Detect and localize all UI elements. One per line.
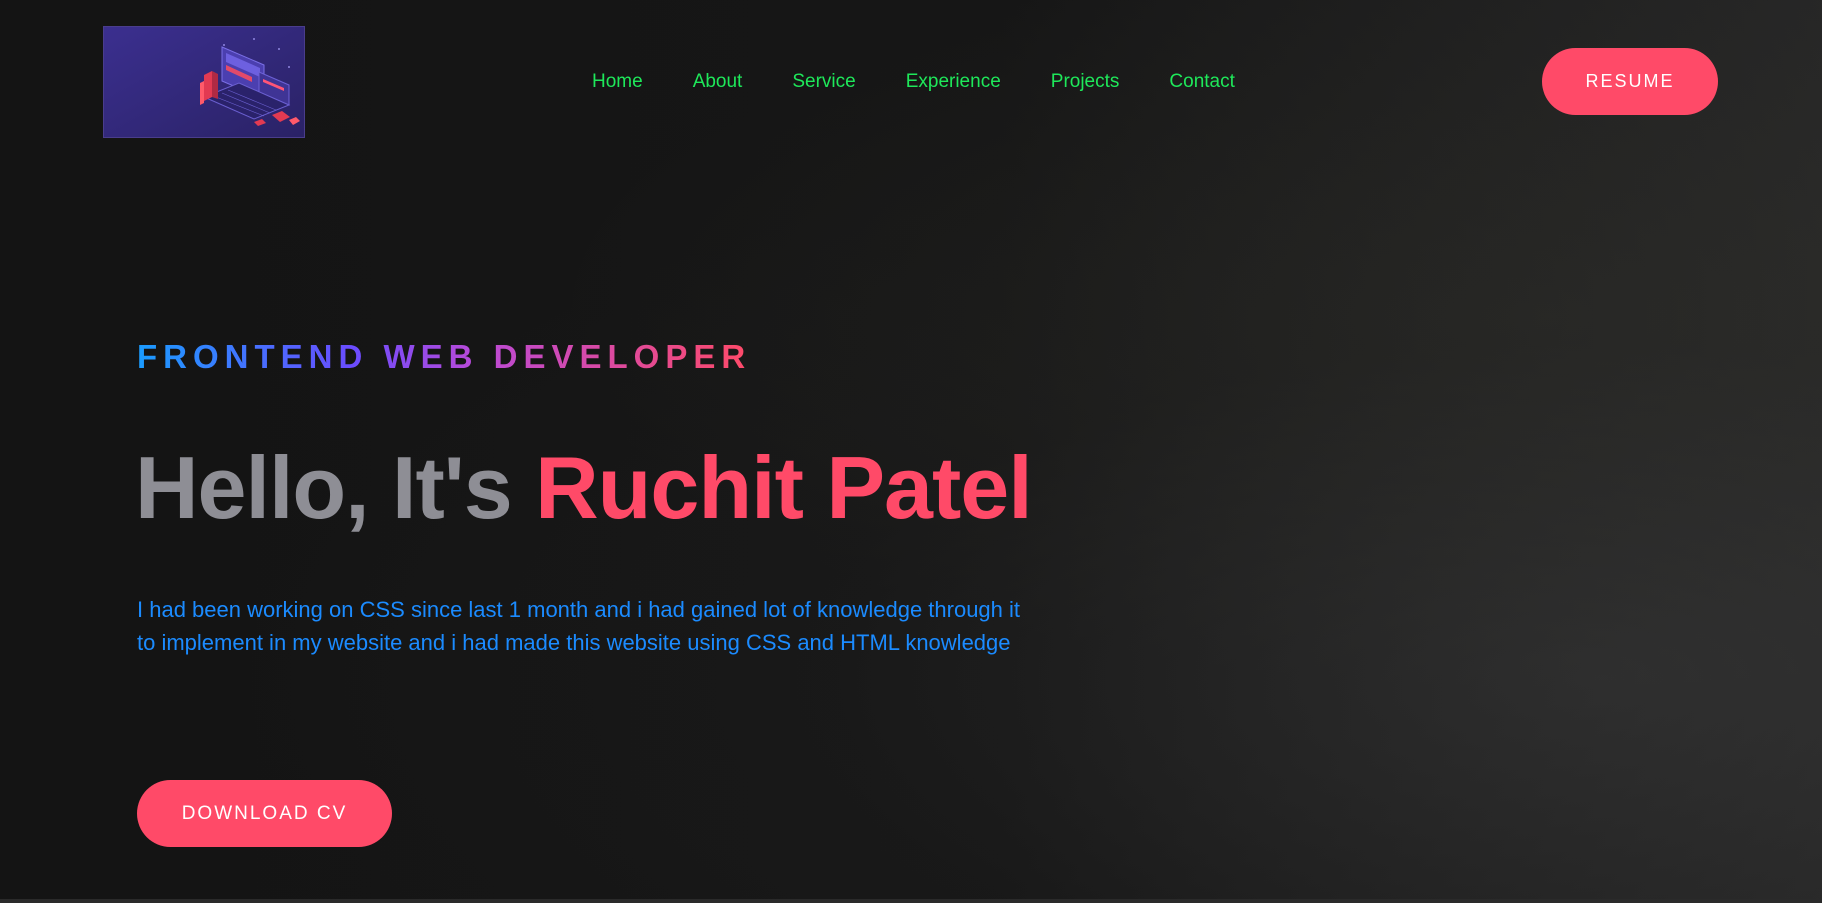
nav-experience-link[interactable]: Experience [906, 70, 1001, 94]
bottom-edge [0, 899, 1822, 903]
site-header: Home About Service Experience Projects C… [0, 0, 1822, 165]
nav-projects-link[interactable]: Projects [1051, 70, 1120, 94]
hero-greeting: Hello, It's [135, 438, 536, 537]
nav-service-link[interactable]: Service [792, 70, 855, 94]
hero-name: Ruchit Patel [535, 438, 1033, 537]
download-cv-button[interactable]: DOWNLOAD CV [137, 780, 392, 847]
resume-button[interactable]: RESUME [1542, 48, 1718, 115]
nav-about-link[interactable]: About [693, 70, 743, 94]
isometric-laptop-illustration-icon [104, 27, 304, 137]
main-nav: Home About Service Experience Projects C… [592, 70, 1235, 94]
hero-description: I had been working on CSS since last 1 m… [137, 597, 1021, 655]
logo-image[interactable] [103, 26, 305, 138]
nav-contact-link[interactable]: Contact [1169, 70, 1234, 94]
hero-subtitle: FRONTEND WEB DEVELOPER [137, 338, 752, 375]
hero-headline: Hello, It's Ruchit Patel [135, 438, 1033, 538]
nav-home-link[interactable]: Home [592, 70, 643, 94]
